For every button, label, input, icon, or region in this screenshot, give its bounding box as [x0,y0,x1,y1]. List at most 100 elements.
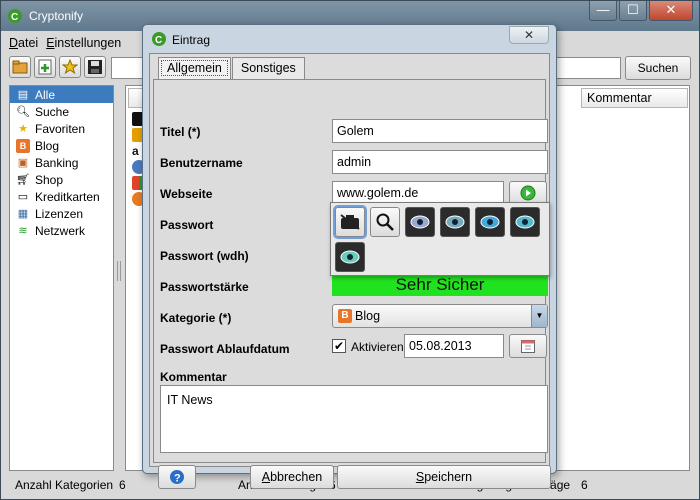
tab-allgemein[interactable]: Allgemein [158,57,231,79]
eye-icon [480,215,500,229]
save-button[interactable]: Speichern [337,465,551,489]
generate-password-button-2[interactable] [440,207,470,237]
category-label: Banking [35,155,79,170]
banking-icon: ▣ [17,157,29,169]
category-select[interactable]: B Blog ▼ [332,304,548,328]
expiry-label: Passwort Ablaufdatum [160,342,290,356]
category-label: Lizenzen [35,206,84,221]
magnifier-icon [376,213,394,231]
category-label: Alle [35,87,56,102]
search-password-button[interactable] [370,207,400,237]
calendar-icon [521,340,535,353]
category-list: ▤ Alle 🔍︎ Suche ★ Favoriten B Blog ▣ Banking … [9,85,114,471]
category-item-kreditkarten[interactable]: ▭ Kreditkarten [10,188,113,205]
password-label: Passwort [160,218,214,232]
eye-icon [445,215,465,229]
generate-password-button-1[interactable] [405,207,435,237]
tab-bar: Allgemein Sonstiges [158,57,306,79]
minimize-button[interactable]: — [589,1,617,21]
hide-password-button[interactable] [333,205,367,239]
app-logo-icon: C [152,32,166,46]
category-label: Blog [35,138,60,153]
blog-icon: B [16,138,30,153]
eye-icon [410,215,430,229]
category-label: Shop [35,172,64,187]
category-item-lizenzen[interactable]: ▦ Lizenzen [10,205,113,222]
hidden-eye-icon [340,214,360,230]
svg-text:C: C [11,12,18,23]
category-item-favoriten[interactable]: ★ Favoriten [10,120,113,137]
toolbar [9,56,109,82]
strength-label: Passwortstärke [160,280,249,294]
title-field[interactable]: Golem [332,119,548,143]
svg-text:C: C [155,35,162,46]
status-categories-label: Anzahl Kategorien [15,478,114,492]
star-icon: ★ [18,123,28,135]
expiry-checkbox-label: Aktivieren [351,340,404,354]
menu-datei[interactable]: Datei [9,33,38,53]
expiry-date-field[interactable]: 05.08.2013 [404,334,504,358]
search-button[interactable]: Suchen [625,56,691,80]
play-icon [520,185,536,201]
category-item-suche[interactable]: 🔍︎ Suche [10,103,113,120]
category-item-banking[interactable]: ▣ Banking [10,154,113,171]
expiry-checkbox[interactable]: ✔ [332,339,346,353]
search-icon: 🔍︎ [16,106,30,118]
category-item-blog[interactable]: B Blog [10,137,113,154]
star-icon [62,59,78,75]
title-label: Titel (*) [160,125,201,139]
password-tools-popup [330,202,550,276]
splitter-handle[interactable] [117,261,121,281]
status-categories-count: 6 [119,478,126,492]
comment-field[interactable]: IT News [160,385,548,453]
dialog-title-bar[interactable]: C Eintrag ✕ [143,25,556,51]
all-icon: ▤ [17,89,29,101]
generate-password-button-3[interactable] [475,207,505,237]
category-label: Kreditkarten [35,189,100,204]
comment-label: Kommentar [160,370,227,384]
status-shown-count: 6 [581,478,588,492]
favorite-button[interactable] [59,56,81,78]
menu-einstellungen[interactable]: Einstellungen [46,33,121,53]
chevron-down-icon[interactable]: ▼ [531,305,547,327]
eye-icon [515,215,535,229]
category-label: Kategorie (*) [160,311,232,325]
calendar-button[interactable] [509,334,547,358]
category-label: Favoriten [35,121,86,136]
main-window-title: Cryptonify [29,9,84,23]
generate-password-button-5[interactable] [335,242,365,272]
blog-icon: B [338,309,352,323]
eye-icon [340,250,360,264]
username-field[interactable]: admin [332,150,548,174]
creditcard-icon: ▭ [17,191,29,203]
website-label: Webseite [160,187,213,201]
dialog-close-button[interactable]: ✕ [509,26,549,44]
license-icon: ▦ [17,208,29,220]
floppy-icon [88,60,102,74]
open-button[interactable] [9,56,31,78]
help-icon: ? [170,470,184,485]
cancel-button[interactable]: Abbrechen [250,465,334,489]
save-db-button[interactable] [84,56,106,78]
category-item-netzwerk[interactable]: ≋ Netzwerk [10,222,113,239]
column-header-kommentar[interactable]: Kommentar [581,88,688,108]
tab-panel-allgemein: Titel (*) Golem Benutzername admin Webse… [153,79,550,463]
help-button[interactable]: ? [158,465,196,489]
dialog-title: Eintrag [172,33,211,47]
menu-bar: Datei Einstellungen [9,33,129,53]
tab-sonstiges[interactable]: Sonstiges [231,57,305,79]
username-label: Benutzername [160,156,243,170]
add-entry-button[interactable] [34,56,56,78]
category-select-value: Blog [355,309,381,323]
category-item-shop[interactable]: 🛒︎ Shop [10,171,113,188]
app-logo-icon: C [8,9,22,23]
entry-dialog: C Eintrag ✕ Allgemein Sonstiges Titel (*… [142,24,557,489]
maximize-button[interactable]: ☐ [619,1,647,21]
wifi-icon: ≋ [18,225,28,237]
dialog-body: Allgemein Sonstiges Titel (*) Golem Benu… [149,53,551,489]
close-button[interactable]: ✕ [649,1,693,21]
category-item-alle[interactable]: ▤ Alle [10,86,113,103]
svg-text:?: ? [174,473,181,485]
generate-password-button-4[interactable] [510,207,540,237]
password-strength-bar: Sehr Sicher [332,274,548,296]
